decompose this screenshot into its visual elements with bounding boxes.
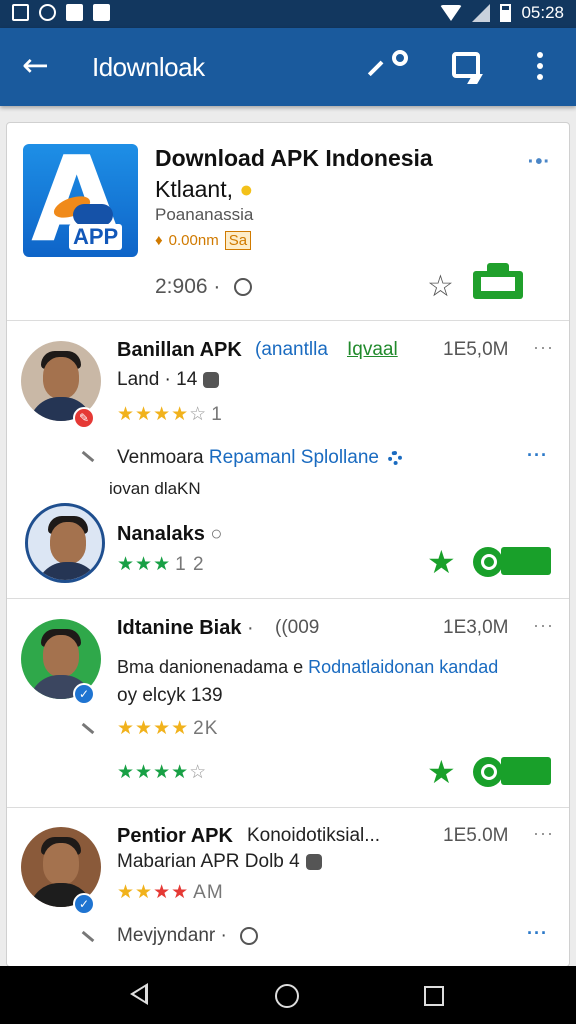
clock-icon [234, 278, 253, 297]
content-card: A APP Download APK Indonesia Ktlaant, ● … [6, 122, 570, 967]
nav-back-icon[interactable] [130, 983, 148, 1005]
more-icon[interactable]: ··· [533, 337, 554, 358]
file-size: 1E3,0M [443, 617, 509, 638]
star-action-icon[interactable]: ★ [427, 543, 456, 581]
download-button[interactable] [473, 263, 523, 299]
rating-stars: ★★★★ AM [117, 881, 224, 903]
divider [7, 320, 569, 321]
review-tag-link[interactable]: Iqvaal [347, 339, 398, 361]
app-developer: Poananassia [155, 205, 254, 224]
pencil-icon [81, 722, 95, 735]
settings-gear-icon [388, 450, 403, 465]
battery-icon [500, 4, 512, 22]
sync-icon [39, 4, 56, 21]
lock-icon [305, 853, 322, 870]
comment-line: Venmoara Repamanl Splollane [117, 447, 403, 469]
navigation-bar [0, 966, 576, 1024]
review-footer: Mevjyndanr · [117, 925, 259, 947]
review-text: Mabarian APR Dolb 4 [117, 851, 322, 873]
chat-icon[interactable] [452, 52, 488, 88]
file-size: 1E5,0M [443, 339, 509, 360]
comment-footer: iovan dlaKN [109, 479, 201, 498]
rating-stars: ★★★ 1 2 [117, 553, 205, 575]
review-tag[interactable]: (anantlla [255, 339, 328, 361]
avatar[interactable] [25, 503, 105, 583]
app-options-icon[interactable]: ·•· [528, 151, 551, 174]
gallery-icon [12, 4, 29, 21]
chat-action-icon[interactable] [473, 757, 503, 787]
review-title: Pentior APK [117, 825, 233, 847]
more-icon[interactable]: ··· [533, 615, 554, 636]
comment-more-icon[interactable]: ··· [527, 445, 548, 466]
review-text: Bma danionenadama e Rodnatlaidonan kanda… [117, 657, 499, 677]
app-count: 2:906 · [155, 275, 253, 299]
review-tag: Konoidotiksial... [247, 825, 381, 846]
review-tag: ((009 [275, 617, 320, 638]
app-meta: ♦ 0.00nm Sa [155, 231, 252, 250]
key-icon[interactable] [367, 48, 412, 84]
nav-home-icon[interactable] [275, 984, 299, 1008]
app-logo: A APP [23, 144, 138, 257]
reviewer-name: Nanalaks ○ [117, 523, 223, 545]
verified-badge-icon: ✓ [73, 893, 95, 915]
verified-badge-icon: ✓ [73, 683, 95, 705]
review-title: Idtanine Biak · [117, 617, 254, 639]
divider [7, 807, 569, 808]
rating-stars-green: ★★★★☆ [117, 761, 208, 783]
app-subtitle: Ktlaant, ● [155, 176, 254, 202]
divider [7, 598, 569, 599]
review-meta: Land · 14 [117, 369, 220, 391]
comment-more-icon[interactable]: ··· [527, 923, 548, 944]
edit-icon [66, 4, 83, 21]
clock-icon [240, 926, 259, 945]
chat-action-icon[interactable] [473, 547, 503, 577]
download-action-button[interactable] [501, 547, 551, 575]
status-bar: 05:28 [0, 0, 576, 28]
more-icon[interactable]: ··· [533, 823, 554, 844]
download-action-button[interactable] [501, 757, 551, 785]
photo-icon [93, 4, 110, 21]
rating-stars: ★★★★ 2K [117, 717, 219, 739]
pencil-icon [81, 450, 95, 463]
app-title: Download APK Indonesia [155, 145, 433, 171]
review-text: oy elcyk 139 [117, 685, 223, 706]
rating-stars: ★★★★☆ 1 [117, 403, 223, 425]
wifi-icon [440, 5, 463, 21]
signal-icon [472, 4, 491, 22]
clock-time: 05:28 [521, 3, 564, 22]
lock-icon [203, 371, 220, 388]
nav-recents-icon[interactable] [424, 986, 444, 1006]
favorite-star-icon[interactable]: ☆ [427, 269, 454, 304]
star-action-icon[interactable]: ★ [427, 753, 456, 791]
app-bar-title: Idownloak [92, 52, 205, 82]
edit-badge-icon: ✎ [73, 407, 95, 429]
pencil-icon [81, 930, 95, 943]
more-vert-icon[interactable] [522, 48, 558, 84]
back-arrow-icon[interactable]: ← [22, 48, 56, 82]
app-bar: ← Idownloak [0, 28, 576, 106]
file-size: 1E5.0M [443, 825, 509, 846]
meta-tag: Sa [224, 231, 252, 250]
review-title: Banillan APK [117, 339, 242, 361]
crown-icon: ♦ [155, 232, 163, 249]
